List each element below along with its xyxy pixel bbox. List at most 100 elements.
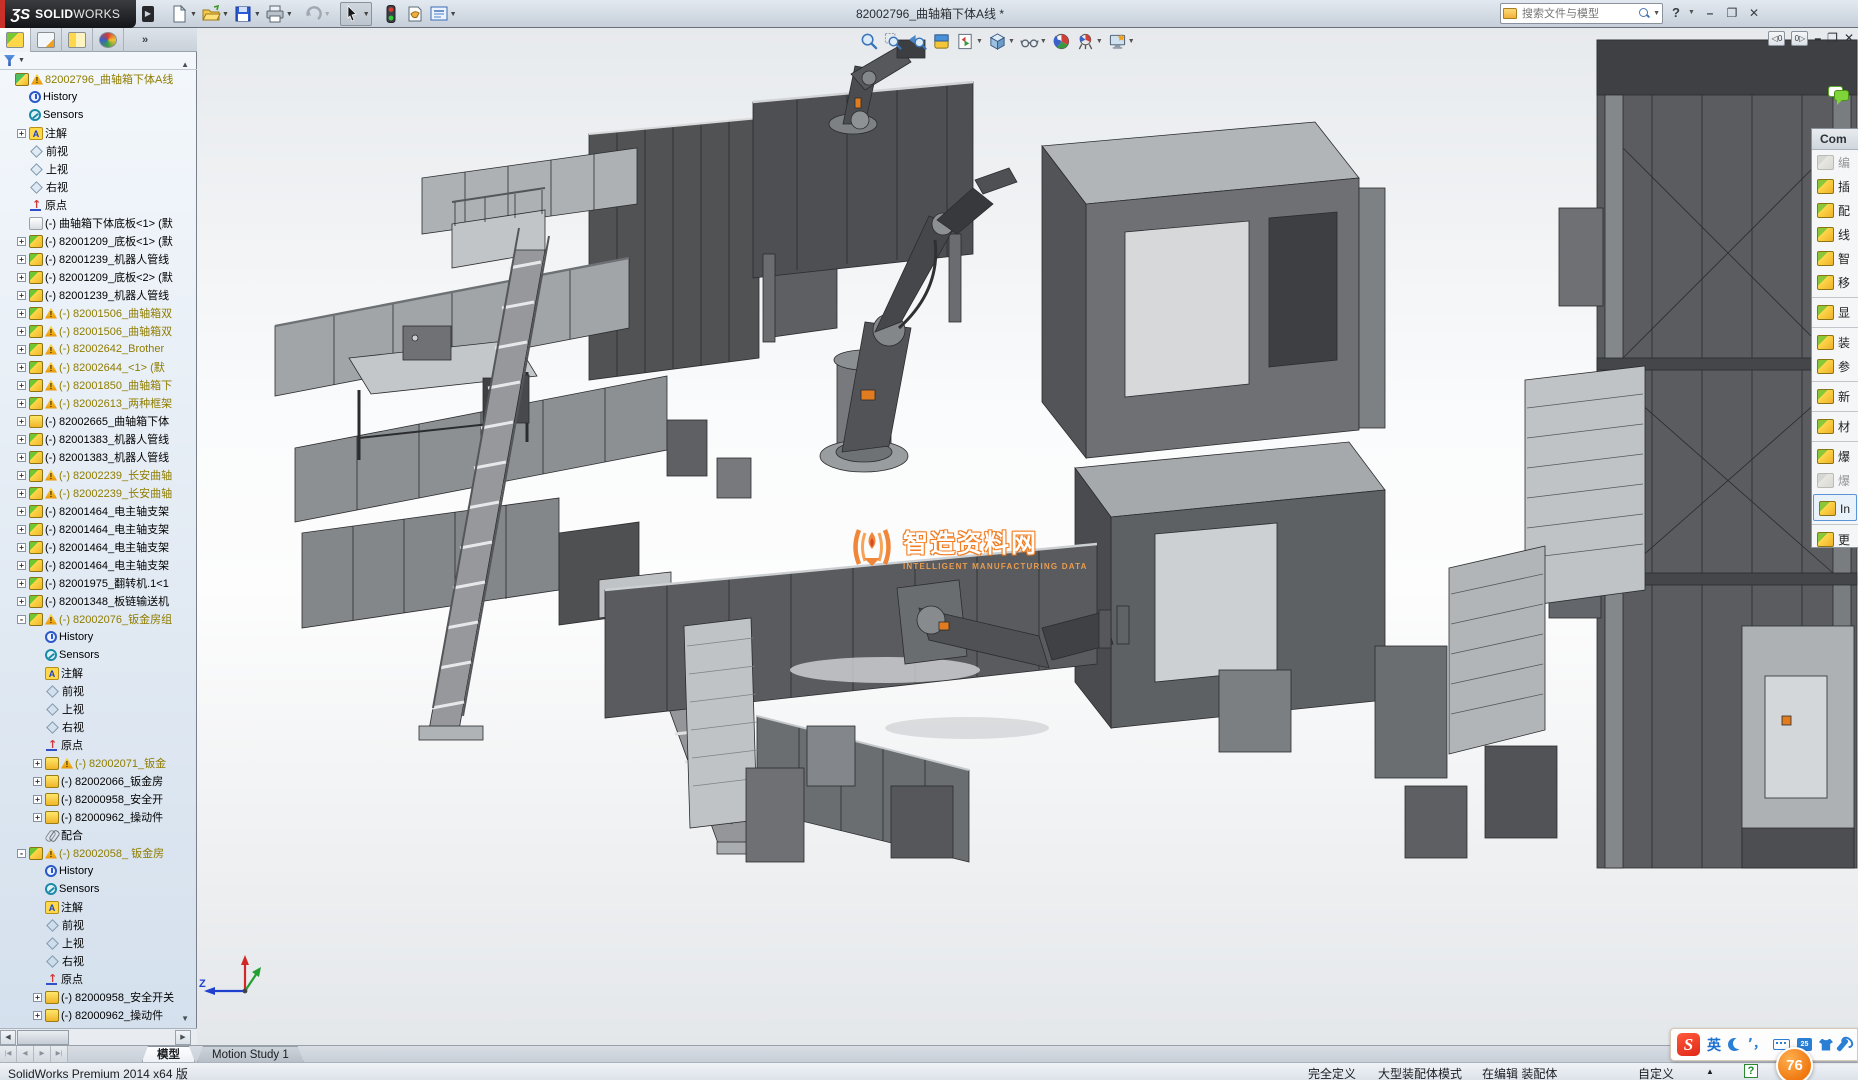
- edit-appearance-button[interactable]: [1051, 30, 1072, 52]
- tree-expander[interactable]: [17, 417, 26, 426]
- tree-expander[interactable]: [33, 759, 42, 768]
- customize-label[interactable]: 自定义: [1638, 1065, 1674, 1080]
- tab-configurationmanager[interactable]: [62, 28, 93, 52]
- dropdown-caret[interactable]: ▼: [1128, 38, 1135, 45]
- tab-propertymanager[interactable]: [31, 28, 62, 52]
- dropdown-caret[interactable]: ▼: [976, 38, 983, 45]
- tree-expander[interactable]: [17, 363, 26, 372]
- tree-expander[interactable]: [33, 813, 42, 822]
- tree-item[interactable]: 注解: [0, 124, 197, 142]
- tabs-overflow-chevron[interactable]: »: [142, 28, 148, 51]
- tree-item[interactable]: (-) 82001383_机器人管线: [0, 430, 197, 448]
- tree-expander[interactable]: [17, 525, 26, 534]
- tree-horizontal-scrollbar[interactable]: ◀ ▶: [0, 1028, 197, 1045]
- dropdown-caret[interactable]: ▼: [1096, 38, 1103, 45]
- tab-nav-next-button[interactable]: ▶: [34, 1046, 51, 1062]
- tree-item[interactable]: (-) 82000962_操动件: [0, 808, 197, 826]
- tree-item[interactable]: 上视: [0, 700, 197, 718]
- previous-view-button[interactable]: [907, 30, 928, 52]
- tree-item[interactable]: (-) 82001464_电主轴支架: [0, 502, 197, 520]
- command-item[interactable]: 爆: [1812, 468, 1858, 492]
- tree-item[interactable]: (-) 82001209_底板<1> (默: [0, 232, 197, 250]
- file-properties-button[interactable]: [404, 2, 426, 26]
- search-box[interactable]: ▼: [1500, 3, 1663, 24]
- tab-model[interactable]: 模型: [142, 1046, 195, 1062]
- dropdown-caret[interactable]: ▼: [254, 11, 261, 18]
- tree-item[interactable]: (-) 82001850_曲轴箱下: [0, 376, 197, 394]
- tree-item[interactable]: (-) 82002239_长安曲轴: [0, 466, 197, 484]
- command-item[interactable]: 参: [1812, 354, 1858, 378]
- tree-expander[interactable]: [17, 237, 26, 246]
- command-item[interactable]: 爆: [1812, 441, 1858, 468]
- tree-item[interactable]: (-) 82001975_翻转机.1<1: [0, 574, 197, 592]
- tree-item[interactable]: 原点: [0, 196, 197, 214]
- tree-item[interactable]: 注解: [0, 664, 197, 682]
- tree-expander[interactable]: [33, 777, 42, 786]
- tree-expander[interactable]: [17, 399, 26, 408]
- tree-expander[interactable]: [17, 615, 26, 624]
- zoom-to-fit-button[interactable]: [859, 30, 880, 52]
- save-button[interactable]: ▼: [232, 2, 262, 26]
- ime-punctuation-icon[interactable]: ’，: [1748, 1038, 1766, 1051]
- tree-item[interactable]: (-) 82002071_钣金: [0, 754, 197, 772]
- view-orientation-button[interactable]: ▼: [955, 30, 984, 52]
- search-magnifier-icon[interactable]: [1638, 7, 1651, 20]
- tree-item[interactable]: (-) 82001464_电主轴支架: [0, 556, 197, 574]
- ime-settings-wrench-icon[interactable]: [1836, 1038, 1849, 1052]
- tree-expander[interactable]: [17, 489, 26, 498]
- select-button[interactable]: ▼: [340, 2, 372, 26]
- tree-expander[interactable]: [33, 1011, 42, 1020]
- command-item[interactable]: 更: [1812, 524, 1858, 548]
- dropdown-caret[interactable]: ▼: [1008, 38, 1015, 45]
- tree-item[interactable]: (-) 82000958_安全开: [0, 790, 197, 808]
- command-item[interactable]: 移: [1812, 270, 1858, 294]
- close-button[interactable]: ✕: [1744, 4, 1764, 22]
- customize-caret[interactable]: ▲: [1706, 1067, 1714, 1076]
- tree-expander[interactable]: [33, 795, 42, 804]
- options-button[interactable]: ▼: [428, 2, 458, 26]
- tree-item[interactable]: 右视: [0, 718, 197, 736]
- dropdown-caret[interactable]: ▼: [1040, 38, 1047, 45]
- tree-item[interactable]: 前视: [0, 682, 197, 700]
- tree-item[interactable]: 82002796_曲轴箱下体A线: [0, 70, 197, 88]
- help-caret[interactable]: ▼: [1688, 9, 1695, 16]
- dropdown-caret[interactable]: ▼: [450, 11, 457, 18]
- command-item[interactable]: 线: [1812, 222, 1858, 246]
- tree-expander[interactable]: [17, 579, 26, 588]
- sogou-logo-icon[interactable]: S: [1677, 1033, 1700, 1056]
- command-item[interactable]: 智: [1812, 246, 1858, 270]
- search-scope-folder-icon[interactable]: [1503, 8, 1517, 19]
- ime-skin-icon[interactable]: [1819, 1039, 1833, 1051]
- tree-item[interactable]: (-) 82002076_钣金房组: [0, 610, 197, 628]
- filter-caret[interactable]: ▼: [18, 57, 25, 64]
- tree-item[interactable]: (-) 82002665_曲轴箱下体: [0, 412, 197, 430]
- tree-item[interactable]: Sensors: [0, 106, 197, 124]
- tree-item[interactable]: History: [0, 862, 197, 880]
- doc-minimize-button[interactable]: –: [1814, 31, 1821, 46]
- tab-nav-first-button[interactable]: |◀: [0, 1046, 17, 1062]
- command-item[interactable]: 新: [1812, 381, 1858, 408]
- tree-item[interactable]: History: [0, 628, 197, 646]
- section-view-button[interactable]: [931, 30, 952, 52]
- tree-expander[interactable]: [17, 327, 26, 336]
- ime-mode-label[interactable]: 英: [1707, 1035, 1721, 1055]
- tab-featuremanager[interactable]: [0, 28, 31, 52]
- tree-item[interactable]: (-) 82001506_曲轴箱双: [0, 322, 197, 340]
- open-file-button[interactable]: ▼: [200, 2, 230, 26]
- tree-item[interactable]: (-) 82002613_两种框架: [0, 394, 197, 412]
- pane-split-left-button[interactable]: ◁0: [1768, 31, 1785, 46]
- tree-expander[interactable]: [17, 273, 26, 282]
- print-button[interactable]: ▼: [264, 2, 294, 26]
- help-button[interactable]: ?: [1672, 5, 1680, 20]
- tree-item[interactable]: 上视: [0, 934, 197, 952]
- view-settings-button[interactable]: ▼: [1107, 30, 1136, 52]
- tree-item[interactable]: (-) 82001464_电主轴支架: [0, 538, 197, 556]
- tree-expander[interactable]: [17, 291, 26, 300]
- tree-item[interactable]: (-) 82001239_机器人管线: [0, 286, 197, 304]
- comments-bubble-icon[interactable]: [1828, 86, 1850, 104]
- tree-item[interactable]: (-) 曲轴箱下体底板<1> (默: [0, 214, 197, 232]
- tree-expander[interactable]: [17, 255, 26, 264]
- filter-funnel-icon[interactable]: [4, 55, 15, 66]
- tree-item[interactable]: 右视: [0, 952, 197, 970]
- tree-expander[interactable]: [17, 309, 26, 318]
